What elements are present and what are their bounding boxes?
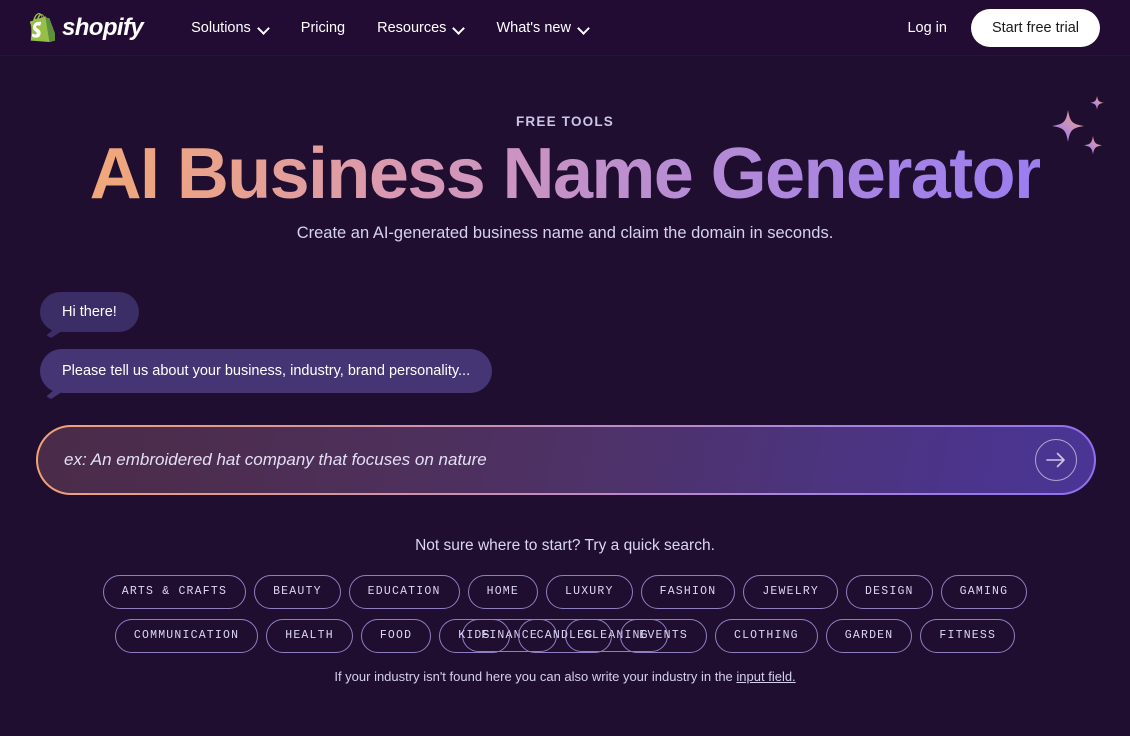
industry-chip[interactable]: FASHION [640,575,736,609]
business-description-field-inner [38,427,1094,493]
page-root: shopify Solutions Pricing Resources What… [0,0,1130,736]
industry-chip[interactable]: BEAUTY [254,575,341,609]
start-free-trial-button[interactable]: Start free trial [970,8,1100,47]
nav-label: Pricing [300,19,346,36]
main-nav: Solutions Pricing Resources What's new [175,14,605,42]
industry-chip[interactable]: FITNESS [920,619,1016,653]
business-description-input[interactable] [64,450,944,470]
submit-button[interactable] [1035,439,1077,481]
shopify-brand[interactable]: shopify [30,13,144,42]
page-title: AI Business Name Generator [89,134,1042,214]
hero-section: FREE TOOLS AI Business Name Generator Cr… [0,56,1130,243]
input-field-link[interactable]: input field. [736,669,795,684]
industry-chip[interactable]: FOOD [360,619,432,653]
industry-chip[interactable]: COMMUNICATION [114,619,259,653]
nav-label: Solutions [191,19,251,36]
industry-chip[interactable]: HEALTH [266,619,353,653]
nav-item-resources[interactable]: Resources [361,14,480,42]
chat-thread: Hi there! Please tell us about your busi… [40,292,493,393]
arrow-right-icon [1046,452,1065,468]
sparkles-icon [1052,96,1104,155]
nav-item-pricing[interactable]: Pricing [285,14,361,42]
industry-chip[interactable]: KIDS [439,619,510,653]
industry-chip[interactable]: CLOTHING [714,619,818,653]
industry-chip[interactable]: CANDLES [517,619,613,653]
chevron-down-icon [578,24,589,31]
footnote-text: If your industry isn't found here you ca… [334,669,737,684]
page-subtitle: Create an AI-generated business name and… [296,223,834,242]
industry-chip[interactable]: EDUCATION [348,575,460,609]
shopify-bag-icon [30,13,55,42]
login-link[interactable]: Log in [897,14,957,42]
nav-label: What's new [496,19,571,36]
chat-bubble-prompt: Please tell us about your business, indu… [40,349,493,393]
quick-search-hint: Not sure where to start? Try a quick sea… [415,537,715,554]
business-description-field-wrapper [36,425,1096,495]
industry-footnote: If your industry isn't found here you ca… [0,669,1130,684]
industry-chip[interactable]: DESIGN [846,575,933,609]
nav-item-whats-new[interactable]: What's new [480,14,605,42]
industry-chip-row-2: COMMUNICATION HEALTH FOOD KIDS CANDLES EVENTS… [0,619,1130,653]
industry-chip[interactable]: JEWELRY [743,575,839,609]
brand-wordmark: shopify [62,13,144,41]
nav-label: Resources [377,19,447,36]
industry-chip[interactable]: EVENTS [620,619,707,653]
industry-chip[interactable]: HOME [467,575,538,609]
industry-chip[interactable]: GARDEN [825,619,913,653]
industry-chip[interactable]: ARTS & CRAFTS [102,575,247,609]
chevron-down-icon [453,24,464,31]
site-header: shopify Solutions Pricing Resources What… [0,0,1130,56]
chat-bubble-greeting: Hi there! [40,292,139,332]
header-actions: Log in Start free trial [897,8,1100,47]
industry-chip[interactable]: LUXURY [546,575,633,609]
chevron-down-icon [258,24,269,31]
industry-chip[interactable]: GAMING [940,575,1028,609]
eyebrow-label: FREE TOOLS [515,114,614,129]
nav-item-solutions[interactable]: Solutions [175,14,285,42]
